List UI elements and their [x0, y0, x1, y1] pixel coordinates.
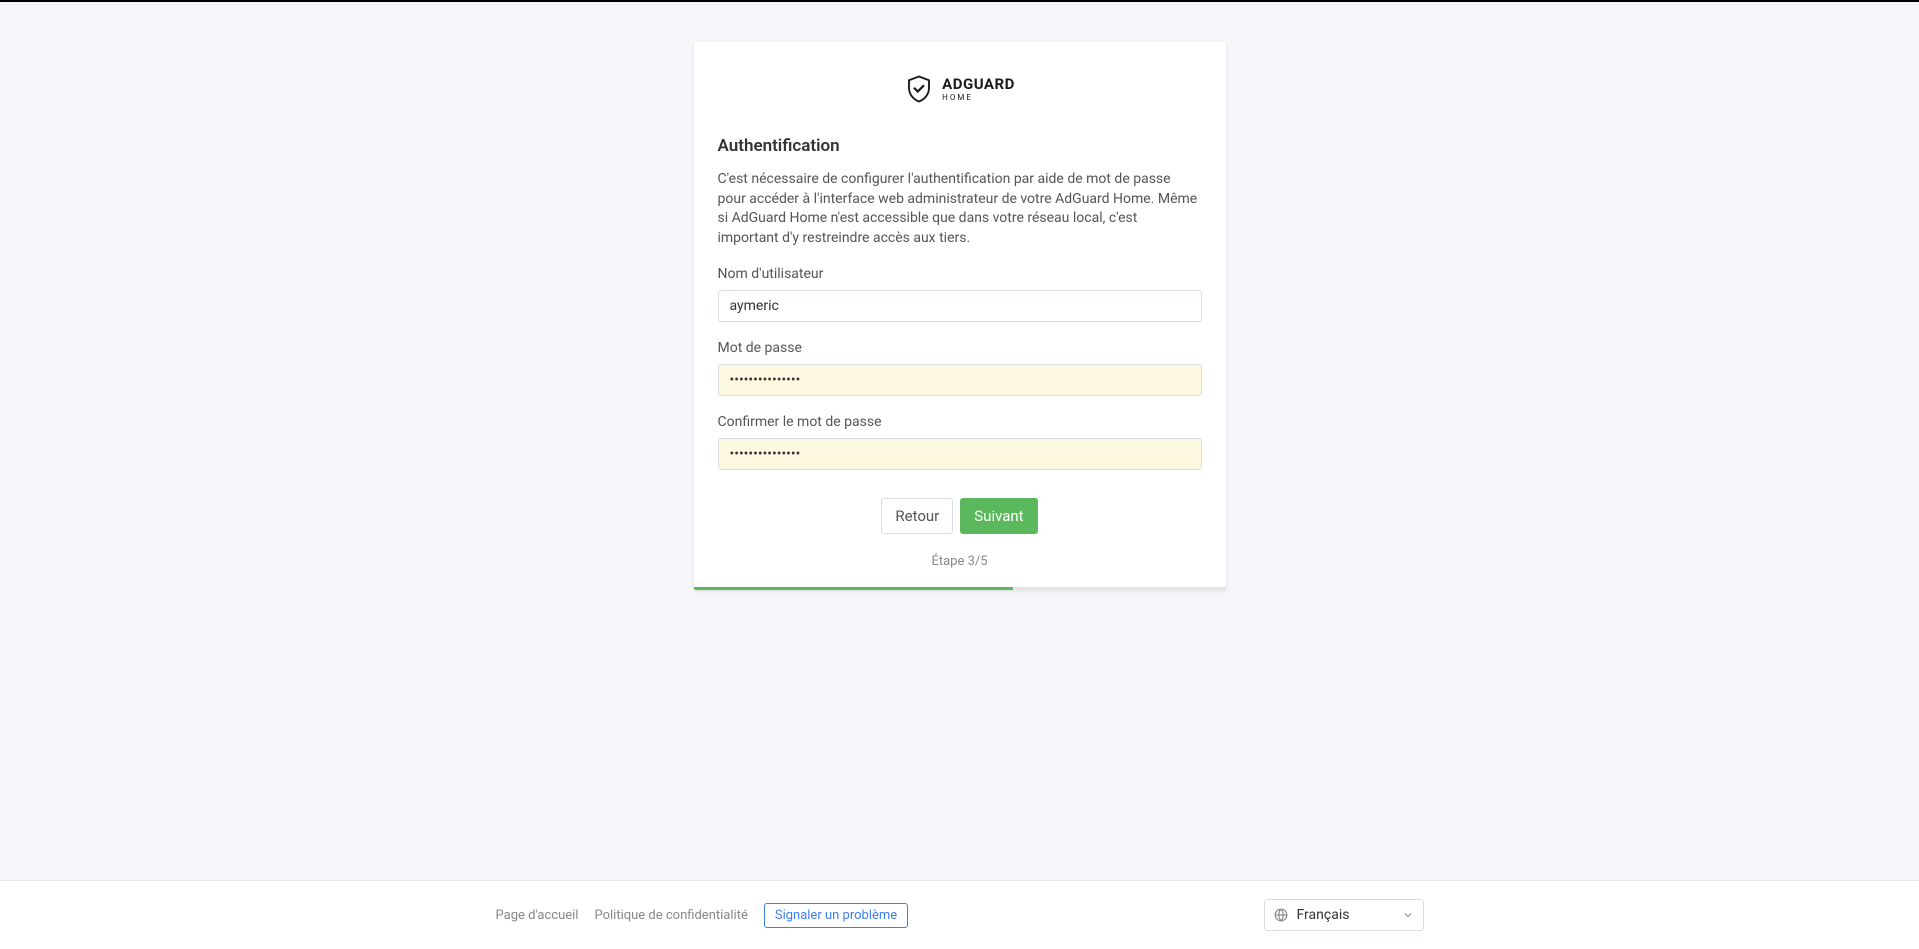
logo-main-text: ADGUARD — [942, 77, 1015, 92]
confirm-password-group: Confirmer le mot de passe — [718, 414, 1202, 470]
language-selector: Français — [1264, 899, 1424, 931]
next-button[interactable]: Suivant — [960, 498, 1037, 534]
password-input[interactable] — [718, 364, 1202, 396]
footer: Page d'accueil Politique de confidential… — [0, 880, 1919, 949]
logo: ADGUARD HOME — [718, 74, 1202, 104]
home-link[interactable]: Page d'accueil — [496, 908, 579, 923]
password-group: Mot de passe — [718, 340, 1202, 396]
button-row: Retour Suivant — [718, 498, 1202, 534]
username-input[interactable] — [718, 290, 1202, 322]
logo-sub-text: HOME — [942, 94, 1015, 102]
report-issue-button[interactable]: Signaler un problème — [764, 903, 908, 928]
shield-check-icon — [904, 74, 934, 104]
main-content: ADGUARD HOME Authentification C'est néce… — [0, 2, 1919, 880]
back-button[interactable]: Retour — [881, 498, 953, 534]
privacy-link[interactable]: Politique de confidentialité — [594, 908, 747, 923]
step-indicator: Étape 3/5 — [718, 554, 1202, 569]
setup-card: ADGUARD HOME Authentification C'est néce… — [694, 42, 1226, 590]
language-select[interactable]: Français — [1264, 899, 1424, 931]
confirm-password-label: Confirmer le mot de passe — [718, 414, 1202, 430]
username-label: Nom d'utilisateur — [718, 266, 1202, 282]
card-description: C'est nécessaire de configurer l'authent… — [718, 170, 1202, 248]
logo-text: ADGUARD HOME — [942, 77, 1015, 102]
progress-fill — [694, 587, 1013, 590]
confirm-password-input[interactable] — [718, 438, 1202, 470]
progress-bar — [694, 587, 1226, 590]
username-group: Nom d'utilisateur — [718, 266, 1202, 322]
footer-links: Page d'accueil Politique de confidential… — [496, 903, 909, 928]
card-title: Authentification — [718, 136, 1202, 156]
password-label: Mot de passe — [718, 340, 1202, 356]
footer-inner: Page d'accueil Politique de confidential… — [480, 899, 1440, 931]
